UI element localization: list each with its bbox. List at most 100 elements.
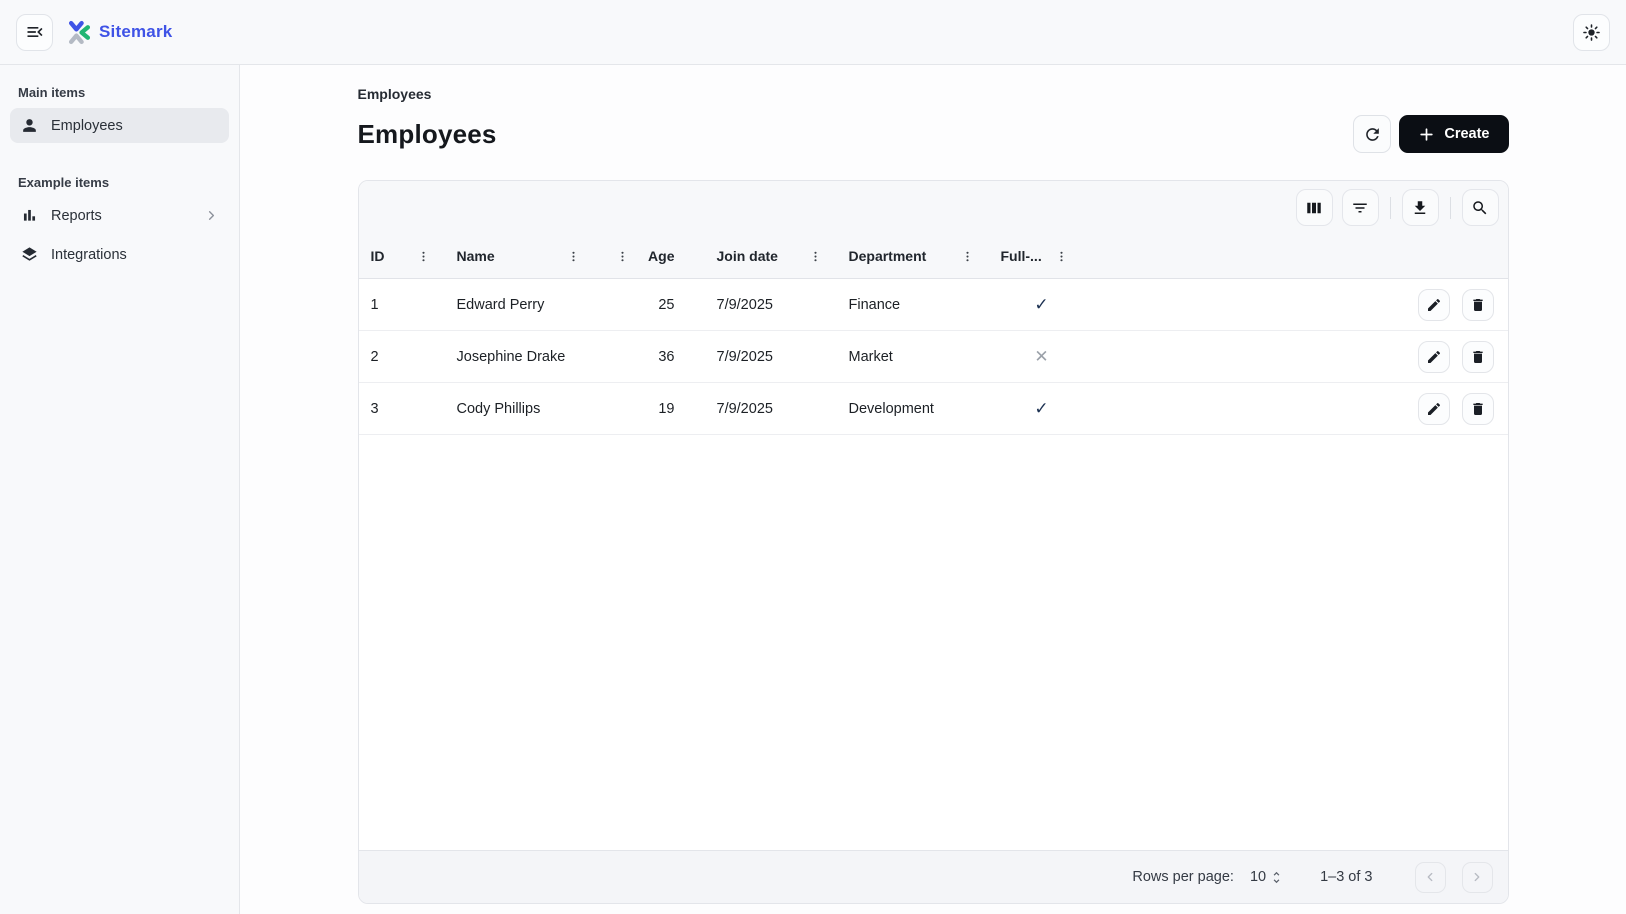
cell-join-date: 7/9/2025 — [705, 401, 837, 417]
toolbar-divider — [1390, 197, 1391, 219]
export-button[interactable] — [1402, 189, 1439, 226]
column-header-label: ID — [371, 248, 385, 264]
pencil-icon — [1426, 401, 1442, 417]
trash-icon — [1470, 349, 1486, 365]
edit-button[interactable] — [1418, 341, 1450, 373]
cell-id: 3 — [359, 401, 445, 417]
collapse-sidebar-button[interactable] — [16, 14, 53, 51]
brand-name: Sitemark — [99, 22, 172, 42]
column-menu-icon[interactable] — [1054, 249, 1069, 264]
column-header-label: Department — [849, 248, 927, 264]
sun-icon — [1582, 23, 1601, 42]
topbar: Sitemark — [0, 0, 1626, 65]
column-header-id[interactable]: ID — [359, 234, 445, 278]
unfold-more-icon — [1269, 870, 1284, 885]
cell-join-date: 7/9/2025 — [705, 349, 837, 365]
cell-full-time: ✕ — [989, 347, 1095, 367]
cell-join-date: 7/9/2025 — [705, 297, 837, 313]
sidebar: Main items Employees Example items Repor… — [0, 65, 240, 914]
column-header-label: Full-... — [1001, 248, 1042, 264]
grid-toolbar — [359, 181, 1508, 234]
menu-open-icon — [25, 22, 45, 42]
filter-icon — [1351, 199, 1369, 217]
edit-button[interactable] — [1418, 393, 1450, 425]
pencil-icon — [1426, 297, 1442, 313]
columns-icon — [1305, 199, 1323, 217]
cell-age: 19 — [595, 401, 705, 417]
refresh-icon — [1363, 125, 1382, 144]
delete-button[interactable] — [1462, 393, 1494, 425]
cell-name: Edward Perry — [445, 297, 595, 313]
plus-icon — [1418, 126, 1435, 143]
delete-button[interactable] — [1462, 341, 1494, 373]
pagination-range: 1–3 of 3 — [1320, 869, 1372, 885]
cell-name: Josephine Drake — [445, 349, 595, 365]
brand-logo[interactable]: Sitemark — [67, 20, 172, 45]
sidebar-section-example-items: Example items — [10, 169, 229, 198]
column-header-label: Name — [457, 248, 495, 264]
table-row[interactable]: 3 Cody Phillips 19 7/9/2025 Development … — [359, 383, 1508, 435]
cell-full-time: ✓ — [989, 399, 1095, 419]
toolbar-divider — [1450, 197, 1451, 219]
rows-per-page-select[interactable]: 10 — [1250, 869, 1284, 885]
trash-icon — [1470, 297, 1486, 313]
columns-button[interactable] — [1296, 189, 1333, 226]
sidebar-item-label: Integrations — [51, 247, 127, 263]
table-row[interactable]: 1 Edward Perry 25 7/9/2025 Finance ✓ — [359, 279, 1508, 331]
theme-toggle-button[interactable] — [1573, 14, 1610, 51]
sidebar-item-label: Reports — [51, 208, 102, 224]
cell-name: Cody Phillips — [445, 401, 595, 417]
edit-button[interactable] — [1418, 289, 1450, 321]
data-grid: ID Name Age Join date — [358, 180, 1509, 904]
next-page-button[interactable] — [1462, 862, 1493, 893]
column-header-age[interactable]: Age — [595, 234, 705, 278]
column-menu-icon[interactable] — [960, 249, 975, 264]
column-header-label: Age — [648, 248, 674, 264]
chevron-right-icon — [1470, 870, 1484, 884]
breadcrumb[interactable]: Employees — [358, 86, 1509, 102]
previous-page-button[interactable] — [1415, 862, 1446, 893]
cell-id: 2 — [359, 349, 445, 365]
trash-icon — [1470, 401, 1486, 417]
cell-department: Market — [837, 349, 989, 365]
create-button-label: Create — [1444, 126, 1489, 142]
sidebar-item-reports[interactable]: Reports — [10, 198, 229, 233]
cell-department: Finance — [837, 297, 989, 313]
column-header-name[interactable]: Name — [445, 234, 595, 278]
table-row[interactable]: 2 Josephine Drake 36 7/9/2025 Market ✕ — [359, 331, 1508, 383]
cell-age: 36 — [595, 349, 705, 365]
chevron-left-icon — [1423, 870, 1437, 884]
sitemark-logo-icon — [67, 20, 92, 45]
column-header-department[interactable]: Department — [837, 234, 989, 278]
column-header-full-time[interactable]: Full-... — [989, 234, 1095, 278]
sidebar-item-employees[interactable]: Employees — [10, 108, 229, 143]
column-menu-icon[interactable] — [566, 249, 581, 264]
person-icon — [20, 116, 39, 135]
grid-footer: Rows per page: 10 1–3 of 3 — [359, 850, 1508, 903]
grid-header-row: ID Name Age Join date — [359, 234, 1508, 279]
cell-age: 25 — [595, 297, 705, 313]
download-icon — [1411, 199, 1429, 217]
column-menu-icon[interactable] — [808, 249, 823, 264]
cell-id: 1 — [359, 297, 445, 313]
create-button[interactable]: Create — [1399, 115, 1508, 153]
rows-per-page-value: 10 — [1250, 869, 1266, 885]
sidebar-item-label: Employees — [51, 118, 123, 134]
layers-icon — [20, 245, 39, 264]
page-title: Employees — [358, 119, 497, 150]
main-content: Employees Employees Create — [240, 65, 1626, 914]
column-header-join-date[interactable]: Join date — [705, 234, 837, 278]
chevron-right-icon — [204, 208, 219, 223]
sidebar-item-integrations[interactable]: Integrations — [10, 237, 229, 272]
cell-full-time: ✓ — [989, 295, 1095, 315]
column-menu-icon[interactable] — [416, 249, 431, 264]
search-button[interactable] — [1462, 189, 1499, 226]
column-menu-icon[interactable] — [615, 249, 630, 264]
search-icon — [1471, 199, 1489, 217]
delete-button[interactable] — [1462, 289, 1494, 321]
sidebar-section-main-items: Main items — [10, 79, 229, 108]
refresh-button[interactable] — [1353, 115, 1391, 153]
column-header-label: Join date — [717, 248, 778, 264]
rows-per-page-label: Rows per page: — [1132, 869, 1234, 885]
filter-button[interactable] — [1342, 189, 1379, 226]
